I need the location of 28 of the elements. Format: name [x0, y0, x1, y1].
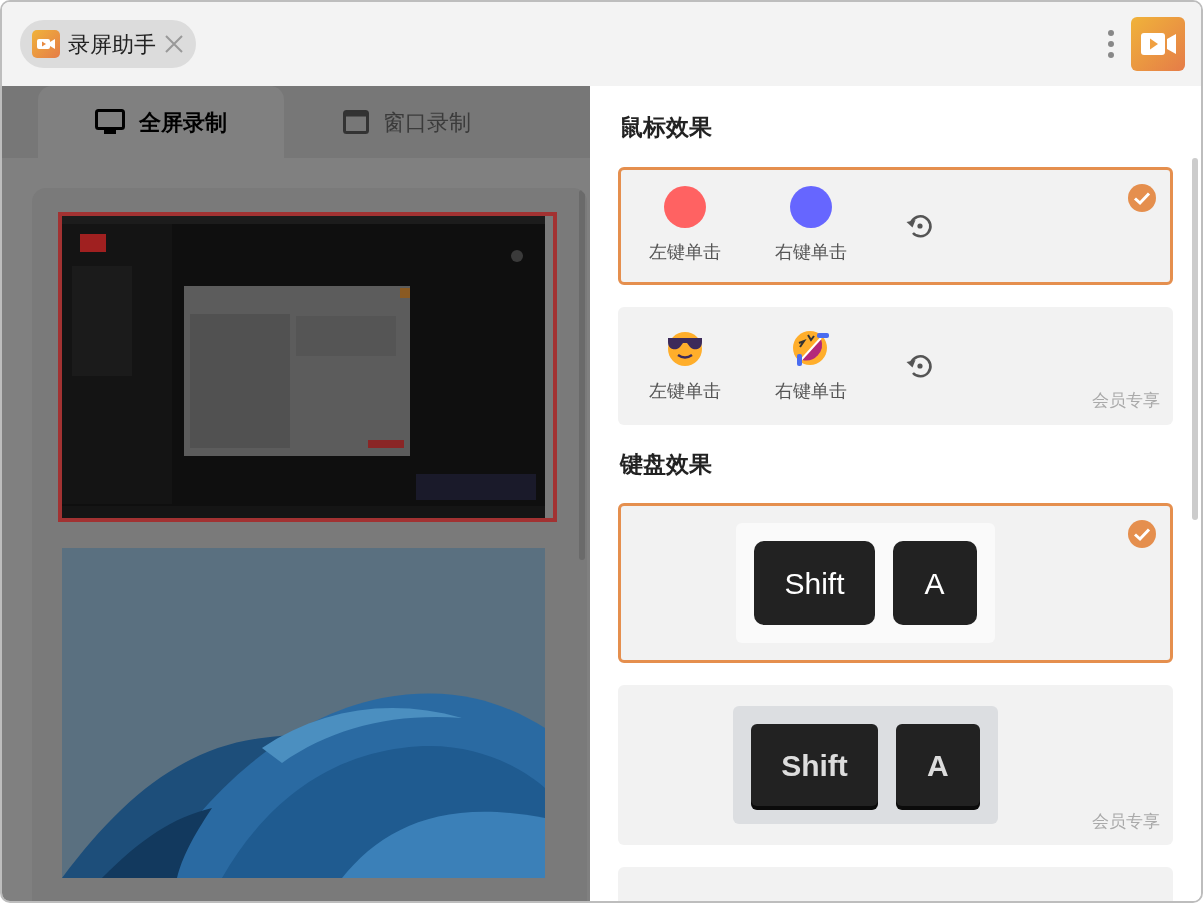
check-icon [1128, 183, 1156, 212]
window-icon [343, 110, 369, 134]
member-only-label: 会员专享 [1092, 809, 1160, 833]
app-tab-title: 录屏助手 [68, 30, 156, 59]
effect-option-card[interactable]: 左键单击 右键单击 [618, 166, 1173, 285]
monitor-icon [95, 109, 125, 135]
capture-tab[interactable]: 全屏录制 [38, 86, 284, 158]
camera-icon [32, 30, 60, 58]
section-heading: 鼠标效果 [620, 113, 713, 142]
effect-option-card[interactable]: Shift A [618, 503, 1173, 663]
close-icon[interactable] [164, 34, 184, 54]
more-icon[interactable] [1107, 29, 1115, 59]
effect-option-card[interactable]: Shift A 会员专享 [618, 685, 1173, 845]
check-icon [1128, 520, 1156, 548]
click-label: 左键单击 [649, 240, 721, 264]
click-label: 右键单击 [775, 240, 847, 264]
key-cap: A [892, 541, 977, 625]
member-only-label: 会员专享 [1092, 389, 1160, 412]
right-click-dot [790, 186, 832, 228]
camera-icon[interactable] [1131, 17, 1185, 71]
click-label: 左键单击 [649, 379, 721, 403]
effect-option-card[interactable]: 左键单击 右键单击 会员专享 [618, 306, 1173, 425]
key-cap: Shift [754, 541, 875, 625]
click-label: 右键单击 [775, 379, 847, 403]
section-heading: 键盘效果 [620, 449, 713, 479]
left-click-dot [664, 186, 706, 228]
scrollbar[interactable] [1192, 158, 1198, 520]
app-tab[interactable]: 录屏助手 [20, 20, 196, 68]
